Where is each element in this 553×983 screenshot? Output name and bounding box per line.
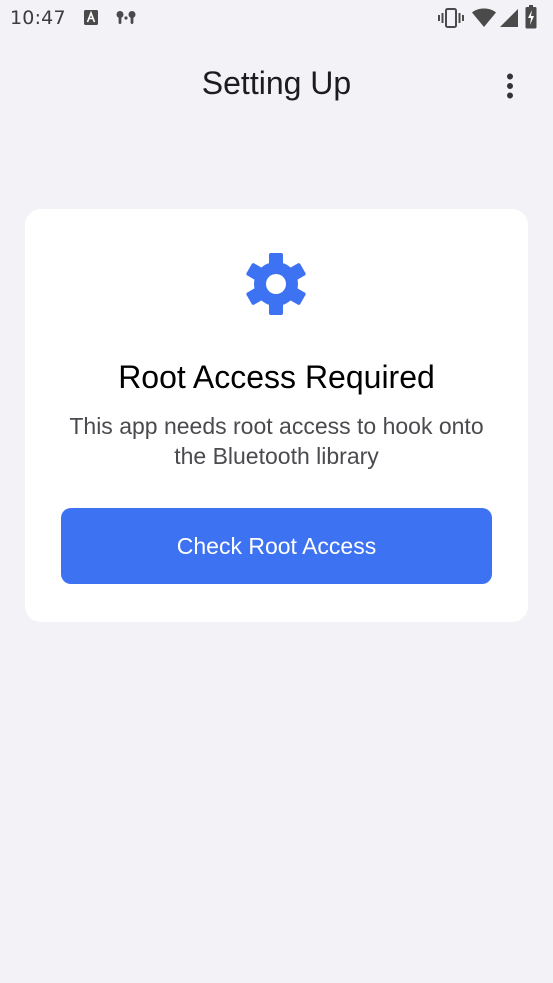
gear-icon: [246, 253, 306, 315]
card-title: Root Access Required: [118, 359, 435, 395]
check-root-access-button[interactable]: Check Root Access: [61, 508, 492, 584]
root-access-card: Root Access Required This app needs root…: [25, 209, 528, 622]
vibrate-icon: [438, 8, 464, 28]
overflow-menu-button[interactable]: [494, 66, 526, 106]
card-description: This app needs root access to hook onto …: [69, 413, 484, 469]
wifi-icon: [472, 8, 496, 27]
cell-signal-icon: [500, 9, 518, 27]
status-bar: 10:47: [0, 0, 553, 38]
earbuds-icon: [116, 11, 136, 24]
status-time: 10:47: [10, 7, 66, 29]
screen: 10:47 Setting Up Root Access Required Th…: [0, 0, 553, 983]
battery-charging-icon: [525, 5, 537, 29]
page-title: Setting Up: [201, 65, 352, 101]
text-a-icon: [84, 10, 98, 25]
more-vert-icon: [507, 73, 513, 99]
app-bar: Setting Up: [0, 38, 553, 134]
